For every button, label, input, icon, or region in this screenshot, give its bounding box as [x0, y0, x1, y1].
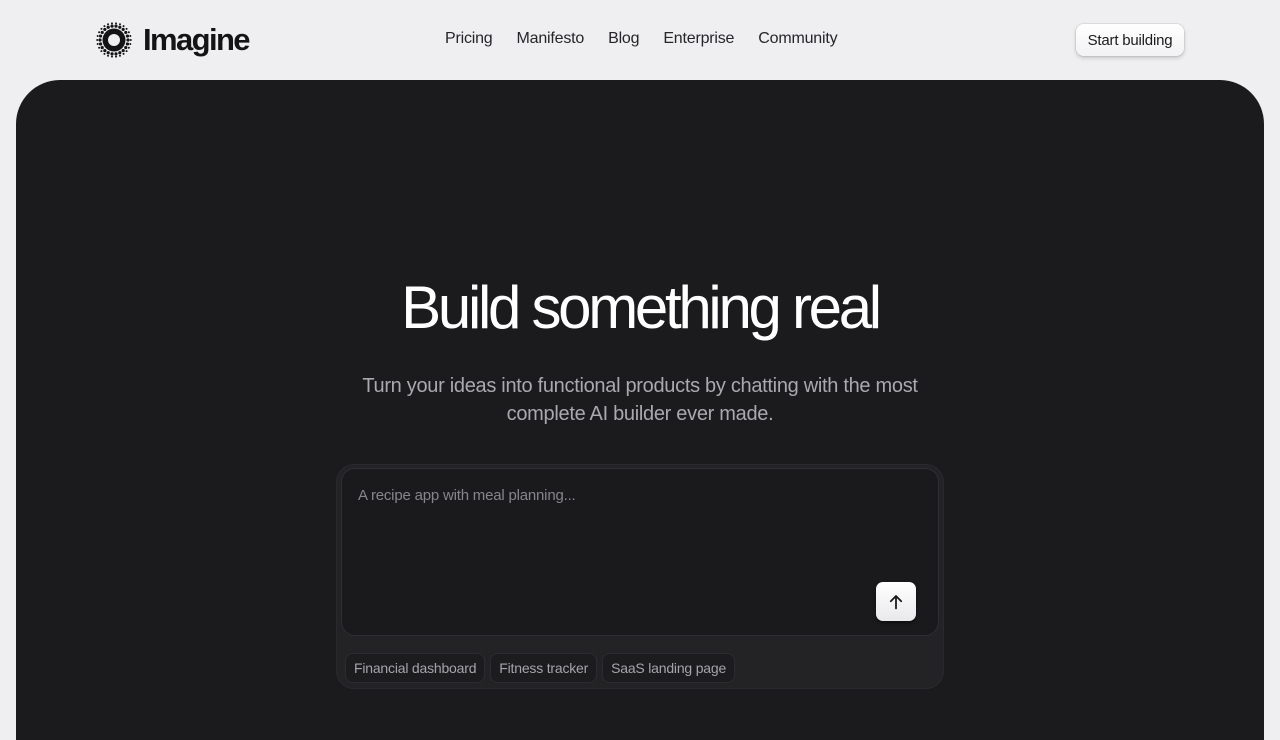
prompt-composer: Financial dashboard Fitness tracker SaaS…	[336, 464, 944, 689]
arrow-up-icon	[889, 594, 903, 609]
prompt-input-box	[341, 468, 939, 636]
prompt-input[interactable]	[342, 469, 938, 635]
nav-link-community[interactable]: Community	[758, 30, 837, 48]
suggestion-chip-financial-dashboard[interactable]: Financial dashboard	[345, 653, 486, 683]
send-prompt-button[interactable]	[876, 582, 916, 621]
main-nav: Pricing Manifesto Blog Enterprise Commun…	[445, 28, 838, 50]
nav-link-blog[interactable]: Blog	[608, 30, 639, 48]
hero-title: Build something real	[401, 274, 882, 341]
nav-link-manifesto[interactable]: Manifesto	[517, 30, 585, 48]
top-navigation-bar: Imagine Pricing Manifesto Blog Enterpris…	[0, 0, 1280, 80]
nav-link-enterprise[interactable]: Enterprise	[663, 30, 734, 48]
brand-name: Imagine	[143, 22, 251, 57]
suggestion-chips: Financial dashboard Fitness tracker SaaS…	[345, 653, 736, 683]
nav-link-pricing[interactable]: Pricing	[445, 30, 493, 48]
halftone-sun-logo-icon	[96, 22, 132, 58]
suggestion-chip-fitness-tracker[interactable]: Fitness tracker	[490, 653, 598, 683]
start-building-button[interactable]: Start building	[1076, 24, 1184, 56]
hero-subtitle: Turn your ideas into functional products…	[362, 375, 918, 425]
brand-home-link[interactable]: Imagine	[95, 20, 251, 60]
hero-section: Build something real Turn your ideas int…	[16, 80, 1264, 740]
suggestion-chip-saas-landing-page[interactable]: SaaS landing page	[602, 653, 736, 683]
